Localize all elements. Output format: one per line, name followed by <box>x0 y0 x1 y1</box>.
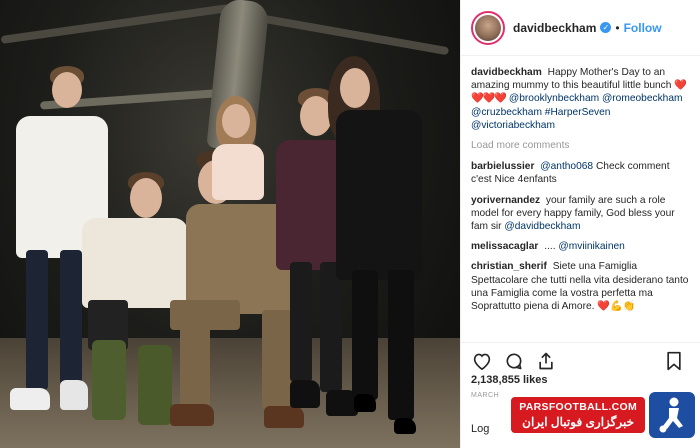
comment-username[interactable]: yorivernandez <box>471 195 540 206</box>
comments-list: davidbeckham Happy Mother's Day to an am… <box>461 56 700 342</box>
post-photo[interactable] <box>0 0 460 448</box>
like-count[interactable]: 2,138,855 likes <box>471 374 547 386</box>
mention-link[interactable]: @romeobeckham <box>602 93 683 104</box>
comment-username[interactable]: barbielussier <box>471 161 534 172</box>
comment-icon[interactable] <box>501 348 527 374</box>
tree-branch <box>250 12 450 56</box>
watermark-persian-text: خبرگزاری فوتبال ایران <box>522 414 635 429</box>
watermark-banner: PARSFOOTBALL.COM خبرگزاری فوتبال ایران <box>511 396 645 433</box>
post-side-panel: davidbeckham ✓ • Follow davidbeckham Hap… <box>460 0 700 448</box>
load-more-comments-button[interactable]: Load more comments <box>471 139 690 152</box>
watermark-site: PARSFOOTBALL.COM <box>519 400 637 413</box>
comment-item: yorivernandez your family are such a rol… <box>471 194 690 234</box>
mention-link[interactable]: @brooklynbeckham <box>509 93 599 104</box>
post-header: davidbeckham ✓ • Follow <box>461 0 700 56</box>
verified-badge-icon: ✓ <box>600 22 612 33</box>
comment-emoji: ❤️💪👏 <box>597 301 636 313</box>
post-actions-bar <box>461 342 700 378</box>
avatar[interactable] <box>471 10 505 45</box>
login-link[interactable]: Log <box>471 423 489 435</box>
comment-item: barbielussier @antho068 Check comment c'… <box>471 160 690 186</box>
bookmark-icon[interactable] <box>661 348 687 374</box>
comment-username[interactable]: melissacaglar <box>471 241 538 252</box>
heart-icon[interactable] <box>469 348 495 374</box>
mention-link[interactable]: @antho068 <box>540 161 593 172</box>
hashtag-link[interactable]: #HarperSeven <box>545 107 611 118</box>
follow-button[interactable]: Follow <box>624 21 662 35</box>
mention-link[interactable]: @victoriabeckham <box>471 120 555 131</box>
share-icon[interactable] <box>533 348 559 374</box>
comment-item: christian_sherif Siete una Famiglia Spet… <box>471 260 690 313</box>
mention-link[interactable]: @mviinikainen <box>558 241 624 252</box>
caption-username[interactable]: davidbeckham <box>471 67 542 78</box>
post-username[interactable]: davidbeckham <box>513 21 596 35</box>
comment-text: .... <box>544 241 556 253</box>
caption: davidbeckham Happy Mother's Day to an am… <box>471 66 690 132</box>
comment-item: melissacaglar .... @mviinikainen <box>471 240 690 253</box>
mention-link[interactable]: @davidbeckham <box>504 221 580 232</box>
comment-username[interactable]: christian_sherif <box>471 261 547 272</box>
player-logo-icon <box>649 391 695 438</box>
tree-branch <box>0 4 230 44</box>
mention-link[interactable]: @cruzbeckham <box>471 107 542 118</box>
parsfootball-watermark: PARSFOOTBALL.COM خبرگزاری فوتبال ایران <box>490 389 695 440</box>
separator-dot: • <box>615 20 620 35</box>
